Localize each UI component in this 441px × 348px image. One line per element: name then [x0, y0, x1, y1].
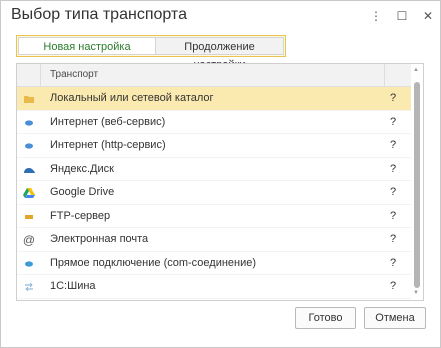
table-row[interactable]: Яндекс.Диск ?: [17, 158, 423, 181]
table-row[interactable]: Прямое подключение (com-соединение) ?: [17, 252, 423, 275]
table-row[interactable]: 1С:Шина ?: [17, 275, 423, 299]
help-icon[interactable]: ?: [390, 139, 396, 151]
help-icon[interactable]: ?: [390, 186, 396, 198]
table-row[interactable]: FTP-сервер ?: [17, 205, 423, 228]
header-help-column: [384, 64, 408, 86]
row-label: FTP-сервер: [50, 209, 111, 222]
table-header: Транспорт: [17, 64, 423, 87]
tab-continue-setting[interactable]: Продолжение настройки: [156, 37, 284, 71]
scrollbar-thumb[interactable]: [414, 82, 420, 288]
cancel-button[interactable]: Отмена: [364, 307, 426, 329]
vertical-scrollbar[interactable]: ▲ ▼: [411, 64, 423, 300]
window-controls: ⋮ ☐ ✕: [370, 9, 434, 23]
dialog-window: Выбор типа транспорта ⋮ ☐ ✕ Новая настро…: [0, 0, 441, 348]
scroll-up-icon[interactable]: ▲: [413, 67, 419, 73]
row-label: Яндекс.Диск: [50, 162, 114, 175]
http-service-icon: [22, 139, 36, 153]
folder-icon: [22, 92, 36, 106]
ftp-icon: [22, 210, 36, 224]
help-icon[interactable]: ?: [390, 233, 396, 245]
mode-tabs: Новая настройка Продолжение настройки: [16, 35, 286, 71]
help-icon[interactable]: ?: [390, 210, 396, 222]
header-transport: Транспорт: [50, 69, 99, 80]
row-label: Google Drive: [50, 186, 115, 198]
table-row[interactable]: Локальный или сетевой каталог ?: [17, 87, 423, 111]
header-icon-column: [17, 64, 41, 86]
maximize-icon[interactable]: ☐: [396, 9, 408, 23]
row-label: Прямое подключение (com-соединение): [50, 256, 257, 269]
help-icon[interactable]: ?: [390, 163, 396, 175]
scroll-down-icon[interactable]: ▼: [413, 290, 419, 296]
row-label: Электронная почта: [50, 233, 149, 245]
table-row[interactable]: Интернет (веб-сервис) ?: [17, 111, 423, 134]
yandex-disk-icon: [22, 163, 36, 177]
bus-icon: [22, 280, 36, 294]
table-row[interactable]: Google Drive ?: [17, 181, 423, 205]
com-connection-icon: [22, 257, 36, 271]
google-drive-icon: [22, 186, 36, 200]
tab-new-setting[interactable]: Новая настройка: [18, 37, 156, 55]
help-icon[interactable]: ?: [390, 257, 396, 269]
more-menu-icon[interactable]: ⋮: [370, 9, 382, 23]
dialog-title: Выбор типа транспорта: [11, 6, 187, 23]
row-label: 1С:Шина: [50, 280, 96, 292]
close-icon[interactable]: ✕: [422, 9, 434, 23]
web-service-icon: [22, 116, 36, 130]
table-row[interactable]: @ Электронная почта ?: [17, 228, 423, 252]
help-icon[interactable]: ?: [390, 280, 396, 292]
row-label: Интернет (http-сервис): [50, 139, 166, 151]
row-label: Интернет (веб-сервис): [50, 115, 166, 128]
email-icon: @: [22, 233, 36, 247]
row-label: Локальный или сетевой каталог: [50, 92, 214, 104]
help-icon[interactable]: ?: [390, 116, 396, 128]
table-row[interactable]: Интернет (http-сервис) ?: [17, 134, 423, 158]
done-button[interactable]: Готово: [295, 307, 356, 329]
transport-table: Транспорт Локальный или сетевой каталог …: [16, 63, 424, 301]
help-icon[interactable]: ?: [390, 92, 396, 104]
